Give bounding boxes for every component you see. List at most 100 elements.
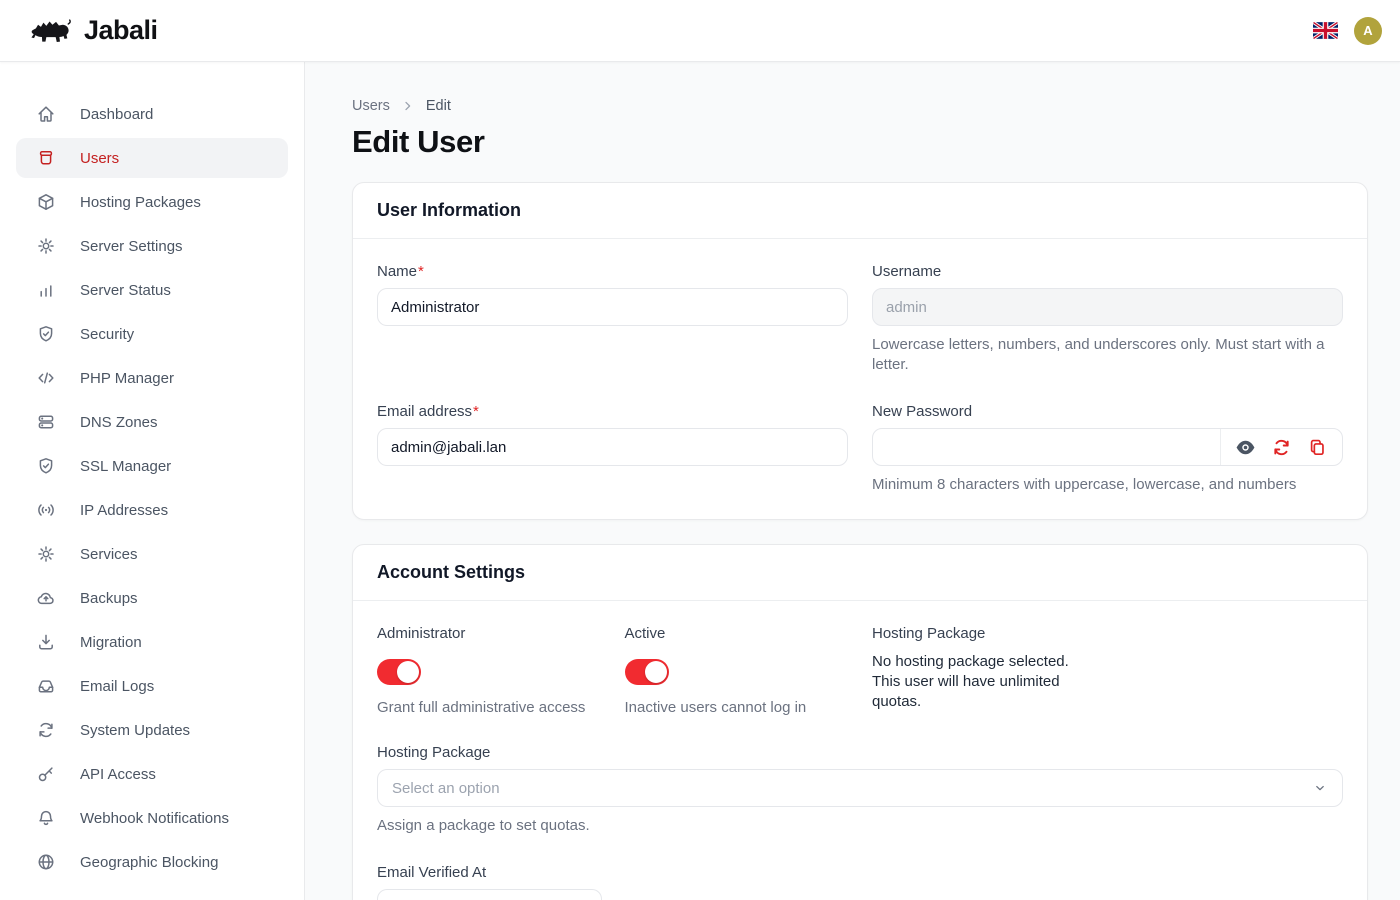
sidebar-item-api-access[interactable]: API Access <box>16 754 288 794</box>
shield-icon <box>36 456 56 476</box>
generate-password-refresh-icon[interactable] <box>1271 437 1292 458</box>
sidebar-item-webhook-notifications[interactable]: Webhook Notifications <box>16 798 288 838</box>
show-password-eye-icon[interactable] <box>1235 437 1256 458</box>
hosting-package-select[interactable]: Select an option <box>377 769 1343 807</box>
sidebar-item-label: Services <box>80 546 138 563</box>
boar-logo-icon <box>28 14 74 47</box>
username-field-group: Username Lowercase letters, numbers, and… <box>872 263 1343 375</box>
bar-chart-icon <box>36 280 56 300</box>
password-field-group: New Password <box>872 403 1343 495</box>
name-field-group: Name* <box>377 263 848 375</box>
users-box-icon <box>36 148 56 168</box>
administrator-toggle-group: Administrator Grant full administrative … <box>377 625 601 716</box>
uk-flag-language-icon[interactable] <box>1313 22 1338 39</box>
active-toggle-group: Active Inactive users cannot log in <box>625 625 849 716</box>
sidebar-item-label: DNS Zones <box>80 414 158 431</box>
account-settings-card: Account Settings Administrator Grant ful… <box>352 544 1368 900</box>
globe-icon <box>36 852 56 872</box>
sidebar-item-label: Migration <box>80 634 142 651</box>
sidebar-item-label: System Updates <box>80 722 190 739</box>
sidebar: Dashboard Users Hosting Packages Server Set… <box>0 62 305 900</box>
user-information-card: User Information Name* Username Lowercas… <box>352 182 1368 520</box>
download-icon <box>36 632 56 652</box>
signal-icon <box>36 500 56 520</box>
sidebar-item-system-updates[interactable]: System Updates <box>16 710 288 750</box>
active-help-text: Inactive users cannot log in <box>625 699 849 716</box>
card-title-account-settings: Account Settings <box>377 562 525 582</box>
brand-name: Jabali <box>84 15 158 46</box>
sidebar-item-services[interactable]: Services <box>16 534 288 574</box>
card-title-user-information: User Information <box>377 200 521 220</box>
hosting-package-summary-text: No hosting package selected. This user w… <box>872 652 1096 712</box>
email-label: Email address <box>377 403 472 420</box>
sidebar-item-label: SSL Manager <box>80 458 171 475</box>
hosting-package-select-label: Hosting Package <box>377 744 1343 761</box>
email-verified-group: Email Verified At dd/mm/yyyy --:-- <box>377 864 1343 900</box>
email-input[interactable] <box>377 428 848 466</box>
sidebar-item-dashboard[interactable]: Dashboard <box>16 94 288 134</box>
code-icon <box>36 368 56 388</box>
sidebar-item-backups[interactable]: Backups <box>16 578 288 618</box>
new-password-input[interactable] <box>873 429 1220 465</box>
sidebar-item-label: Dashboard <box>80 106 153 123</box>
sidebar-item-label: Email Logs <box>80 678 154 695</box>
username-input <box>872 288 1343 326</box>
sidebar-item-label: Webhook Notifications <box>80 810 229 827</box>
user-avatar[interactable]: A <box>1354 17 1382 45</box>
sidebar-item-dns-zones[interactable]: DNS Zones <box>16 402 288 442</box>
sidebar-item-label: Hosting Packages <box>80 194 201 211</box>
sidebar-item-label: API Access <box>80 766 156 783</box>
cube-icon <box>36 192 56 212</box>
brand[interactable]: Jabali <box>28 14 158 47</box>
sidebar-item-label: Server Settings <box>80 238 183 255</box>
copy-password-clipboard-icon[interactable] <box>1307 437 1328 458</box>
sidebar-item-security[interactable]: Security <box>16 314 288 354</box>
breadcrumb-edit: Edit <box>426 98 451 114</box>
sidebar-item-geographic-blocking[interactable]: Geographic Blocking <box>16 842 288 882</box>
sidebar-item-email-logs[interactable]: Email Logs <box>16 666 288 706</box>
gear-icon <box>36 236 56 256</box>
sidebar-item-ip-addresses[interactable]: IP Addresses <box>16 490 288 530</box>
sidebar-item-label: Server Status <box>80 282 171 299</box>
top-header: Jabali A <box>0 0 1400 62</box>
sidebar-item-ssl-manager[interactable]: SSL Manager <box>16 446 288 486</box>
key-icon <box>36 764 56 784</box>
administrator-toggle[interactable] <box>377 659 421 685</box>
hosting-package-select-group: Hosting Package Select an option Assign … <box>377 744 1343 836</box>
sidebar-item-label: Users <box>80 150 119 167</box>
required-asterisk: * <box>418 263 424 280</box>
sidebar-item-label: Geographic Blocking <box>80 854 218 871</box>
sidebar-item-hosting-packages[interactable]: Hosting Packages <box>16 182 288 222</box>
chevron-down-icon <box>1312 780 1328 796</box>
required-asterisk: * <box>473 403 479 420</box>
hosting-package-summary-label: Hosting Package <box>872 625 1096 642</box>
server-icon <box>36 412 56 432</box>
username-help-text: Lowercase letters, numbers, and undersco… <box>872 335 1343 375</box>
username-label: Username <box>872 263 1343 280</box>
email-verified-date-input[interactable]: dd/mm/yyyy --:-- <box>377 889 602 900</box>
sidebar-item-label: PHP Manager <box>80 370 174 387</box>
administrator-help-text: Grant full administrative access <box>377 699 601 716</box>
hosting-package-help-text: Assign a package to set quotas. <box>377 816 1343 836</box>
sidebar-item-php-manager[interactable]: PHP Manager <box>16 358 288 398</box>
name-label: Name <box>377 263 417 280</box>
sidebar-item-label: Security <box>80 326 134 343</box>
breadcrumb: Users Edit <box>352 98 1368 114</box>
select-placeholder: Select an option <box>392 780 500 797</box>
name-input[interactable] <box>377 288 848 326</box>
refresh-icon <box>36 720 56 740</box>
sidebar-item-users[interactable]: Users <box>16 138 288 178</box>
active-toggle[interactable] <box>625 659 669 685</box>
gear-icon <box>36 544 56 564</box>
sidebar-item-server-status[interactable]: Server Status <box>16 270 288 310</box>
email-verified-label: Email Verified At <box>377 864 1343 881</box>
breadcrumb-users[interactable]: Users <box>352 98 390 114</box>
sidebar-item-migration[interactable]: Migration <box>16 622 288 662</box>
sidebar-item-server-settings[interactable]: Server Settings <box>16 226 288 266</box>
hosting-package-summary: Hosting Package No hosting package selec… <box>872 625 1096 716</box>
page-title: Edit User <box>352 124 1368 160</box>
cloud-up-icon <box>36 588 56 608</box>
new-password-label: New Password <box>872 403 1343 420</box>
main-content: Users Edit Edit User User Information Na… <box>305 62 1400 900</box>
bell-icon <box>36 808 56 828</box>
